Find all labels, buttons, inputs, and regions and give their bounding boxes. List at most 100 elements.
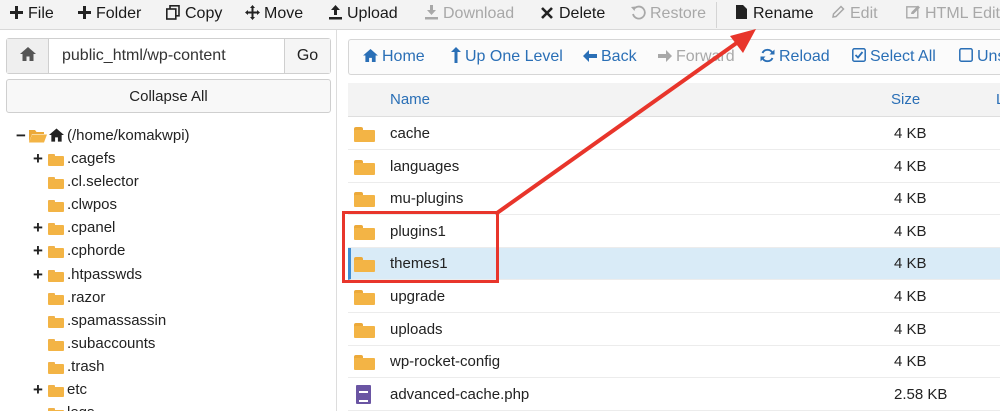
tree-item-label: logs (67, 402, 95, 411)
file-name[interactable]: cache (390, 118, 430, 150)
home-icon (363, 48, 378, 66)
folder-icon (48, 177, 64, 190)
tree-item[interactable]: + .cpanel (0, 217, 330, 239)
edit-button[interactable]: Edit (830, 0, 878, 28)
table-row[interactable]: upgrade 4 KB (348, 281, 1000, 313)
upload-button[interactable]: Upload (327, 0, 398, 28)
folder-icon (354, 159, 375, 175)
file-name[interactable]: wp-rocket-config (390, 346, 500, 378)
tree-item-label: .cphorde (67, 242, 126, 260)
size-column-header[interactable]: Size (891, 83, 920, 117)
unselect-all-button[interactable]: Uns (959, 40, 1000, 74)
path-bar: Go (6, 38, 331, 74)
table-row[interactable]: uploads 4 KB (348, 313, 1000, 346)
download-icon (423, 4, 439, 24)
table-row[interactable]: languages 4 KB (348, 150, 1000, 183)
up-one-level-button[interactable]: Up One Level (451, 40, 563, 74)
folder-icon (48, 315, 64, 328)
new-folder-button[interactable]: Folder (76, 0, 141, 28)
checkbox-icon (959, 48, 973, 66)
table-row[interactable]: wp-rocket-config 4 KB (348, 346, 1000, 379)
forward-button[interactable]: Forward (658, 40, 735, 74)
folder-icon (48, 292, 64, 305)
up-arrow-icon (451, 47, 461, 67)
delete-button[interactable]: Delete (539, 0, 605, 28)
expand-toggle-icon[interactable]: + (31, 240, 45, 262)
path-input[interactable] (50, 39, 290, 73)
table-row[interactable]: cache 4 KB (348, 118, 1000, 150)
folder-icon (354, 322, 375, 338)
last-modified-column-header[interactable]: L (996, 83, 1000, 117)
rename-button[interactable]: Rename (733, 0, 813, 28)
collapse-all-button[interactable]: Collapse All (6, 79, 331, 113)
file-size: 4 KB (894, 222, 927, 240)
tree-item[interactable]: .trash (0, 356, 330, 378)
tree-item-label: .trash (67, 357, 105, 375)
move-button[interactable]: Move (244, 0, 303, 28)
home-directory-button[interactable] (7, 39, 49, 73)
tree-item[interactable]: .subaccounts (0, 333, 330, 355)
table-header: Name Size L (348, 83, 1000, 117)
tree-item[interactable]: + .htpasswds (0, 264, 330, 286)
expand-toggle-icon[interactable]: + (31, 217, 45, 239)
folder-icon (48, 246, 64, 259)
html-edit-icon (905, 5, 921, 23)
folder-icon (48, 269, 64, 282)
pencil-icon (830, 5, 846, 23)
file-name[interactable]: uploads (390, 314, 443, 346)
upload-icon (327, 4, 343, 24)
go-button[interactable]: Go (284, 39, 330, 73)
tree-item[interactable]: .cl.selector (0, 171, 330, 193)
main-toolbar: File Folder Copy Move Upload Download De… (0, 0, 1000, 30)
nav-home-button[interactable]: Home (363, 40, 425, 74)
select-all-button[interactable]: Select All (852, 40, 936, 74)
tree-root[interactable]: − (/home/komakwpi) (0, 125, 330, 147)
tree-item[interactable]: logs (0, 402, 330, 411)
folder-icon (354, 192, 375, 208)
expand-toggle-icon[interactable]: + (31, 379, 45, 401)
download-button[interactable]: Download (423, 0, 514, 28)
tree-item-label: .cpanel (67, 219, 116, 237)
table-row[interactable]: advanced-cache.php 2.58 KB (348, 378, 1000, 411)
new-file-label: File (28, 5, 54, 22)
file-size: 4 KB (894, 320, 927, 338)
folder-icon (48, 361, 64, 374)
file-size: 4 KB (894, 255, 927, 273)
file-size: 2.58 KB (894, 385, 948, 403)
tree-item-label: .spamassassin (67, 311, 167, 329)
expand-toggle-icon[interactable]: + (31, 148, 45, 170)
tree-item[interactable]: + .cagefs (0, 148, 330, 170)
edit-label: Edit (850, 5, 878, 22)
file-size: 4 KB (894, 353, 927, 371)
back-button[interactable]: Back (583, 40, 637, 74)
tree-item[interactable]: + etc (0, 379, 330, 401)
pane-divider[interactable] (336, 30, 337, 411)
file-name[interactable]: upgrade (390, 281, 445, 313)
new-file-button[interactable]: File (8, 0, 54, 28)
move-icon (244, 4, 260, 24)
tree-item[interactable]: + .cphorde (0, 240, 330, 262)
expand-toggle-icon[interactable]: + (31, 264, 45, 286)
folder-icon (48, 200, 64, 213)
forward-label: Forward (676, 48, 735, 65)
folder-icon (354, 127, 375, 142)
tree-item[interactable]: .clwpos (0, 194, 330, 216)
copy-button[interactable]: Copy (165, 0, 222, 28)
home-icon (49, 128, 64, 146)
open-folder-icon (29, 129, 47, 147)
tree-item[interactable]: .spamassassin (0, 310, 330, 332)
restore-button[interactable]: Restore (630, 0, 706, 28)
close-icon (539, 6, 555, 23)
file-name[interactable]: advanced-cache.php (390, 379, 529, 411)
php-file-icon (356, 384, 371, 404)
tree-item-label: .razor (67, 288, 106, 306)
tree-item-label: .cagefs (67, 150, 116, 167)
home-icon (19, 46, 36, 66)
navigation-bar: Home Up One Level Back Forward Reload Se… (348, 39, 1000, 75)
collapse-toggle-icon[interactable]: − (14, 125, 28, 147)
name-column-header[interactable]: Name (390, 83, 430, 117)
reload-button[interactable]: Reload (760, 40, 830, 74)
tree-item[interactable]: .razor (0, 287, 330, 309)
html-editor-button[interactable]: HTML Edito (905, 0, 1000, 28)
file-name[interactable]: languages (390, 151, 459, 183)
